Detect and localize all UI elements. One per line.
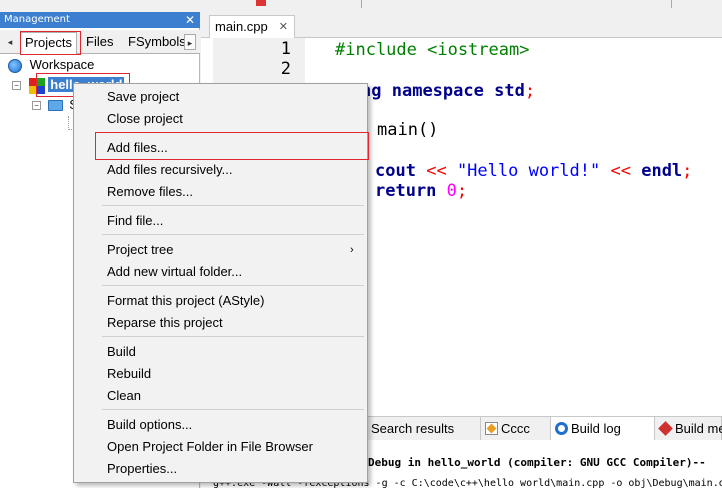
toolbar-strip <box>200 0 722 10</box>
workspace-label: Workspace <box>29 57 95 72</box>
toolbar-separator <box>660 0 672 8</box>
tab-main-cpp-label: main.cpp <box>215 19 268 34</box>
menu-item-close-project[interactable]: Close project <box>107 110 183 128</box>
collapse-icon[interactable]: − <box>12 81 21 91</box>
tree-item-sources[interactable]: − S <box>32 96 78 114</box>
gear-icon <box>555 422 568 435</box>
menu-item-reparse-project[interactable]: Reparse this project <box>107 314 223 332</box>
tab-cccc[interactable]: Cccc <box>481 417 551 441</box>
submenu-arrow-icon: › <box>350 244 354 256</box>
collapse-icon[interactable]: − <box>32 101 41 111</box>
code-line-1: #include <iostream> <box>335 40 530 60</box>
editor-tabbar: main.cpp ✕ <box>201 12 722 38</box>
tab-fsymbols[interactable]: FSymbols <box>124 32 190 54</box>
tab-files[interactable]: Files <box>82 32 117 54</box>
tab-search-results[interactable]: Search results <box>367 417 481 441</box>
toolbar-separator <box>350 0 362 8</box>
stop-icon[interactable] <box>256 0 266 6</box>
menu-item-remove-files[interactable]: Remove files... <box>107 183 193 201</box>
line-number: 1 <box>280 39 291 59</box>
management-title: Management <box>0 12 200 28</box>
tab-scroll-left-icon[interactable]: ◂ <box>4 34 16 50</box>
menu-separator <box>102 409 364 410</box>
code-line-7: cout << "Hello world!" << endl; <box>375 161 693 181</box>
close-icon[interactable]: ✕ <box>279 16 288 38</box>
menu-item-project-tree[interactable]: Project tree <box>107 241 173 259</box>
menu-item-build[interactable]: Build <box>107 343 136 361</box>
menu-item-add-files-recursively[interactable]: Add files recursively... <box>107 161 232 179</box>
add-files-highlight <box>95 132 369 160</box>
log-line: Debug in hello_world (compiler: GNU GCC … <box>368 456 706 469</box>
projects-tab-highlight <box>20 31 81 55</box>
menu-item-rebuild[interactable]: Rebuild <box>107 365 151 383</box>
tab-main-cpp[interactable]: main.cpp ✕ <box>209 15 295 38</box>
menu-item-clean[interactable]: Clean <box>107 387 141 405</box>
code-line-8: return 0; <box>375 181 468 201</box>
tab-build-log[interactable]: Build log <box>551 417 655 441</box>
menu-separator <box>102 234 364 235</box>
close-icon[interactable]: ✕ <box>185 12 195 28</box>
menu-separator <box>102 336 364 337</box>
menu-separator <box>102 205 364 206</box>
folder-icon <box>47 100 63 112</box>
menu-item-format-project[interactable]: Format this project (AStyle) <box>107 292 265 310</box>
tab-scroll-right-icon[interactable]: ▸ <box>184 34 196 50</box>
code-line-3: ng namespace std; <box>361 81 536 101</box>
cccc-icon <box>485 422 498 435</box>
menu-item-find-file[interactable]: Find file... <box>107 212 163 230</box>
project-context-menu: Save project Close project Add files... … <box>73 83 369 483</box>
menu-item-properties[interactable]: Properties... <box>107 460 177 478</box>
menu-item-open-folder[interactable]: Open Project Folder in File Browser <box>107 438 313 456</box>
codeblocks-window: Management ✕ ◂ Projects Files FSymbols ▸… <box>0 0 722 488</box>
tab-build-messages[interactable]: Build me <box>655 417 722 441</box>
menu-item-add-virtual-folder[interactable]: Add new virtual folder... <box>107 263 242 281</box>
workspace-icon <box>8 58 22 73</box>
menu-separator <box>102 285 364 286</box>
line-number: 2 <box>280 59 291 79</box>
menu-item-build-options[interactable]: Build options... <box>107 416 192 434</box>
build-messages-icon <box>658 421 673 436</box>
tree-item-workspace[interactable]: Workspace <box>8 56 94 74</box>
code-line-5: main() <box>377 120 439 140</box>
menu-item-save-project[interactable]: Save project <box>107 88 179 106</box>
